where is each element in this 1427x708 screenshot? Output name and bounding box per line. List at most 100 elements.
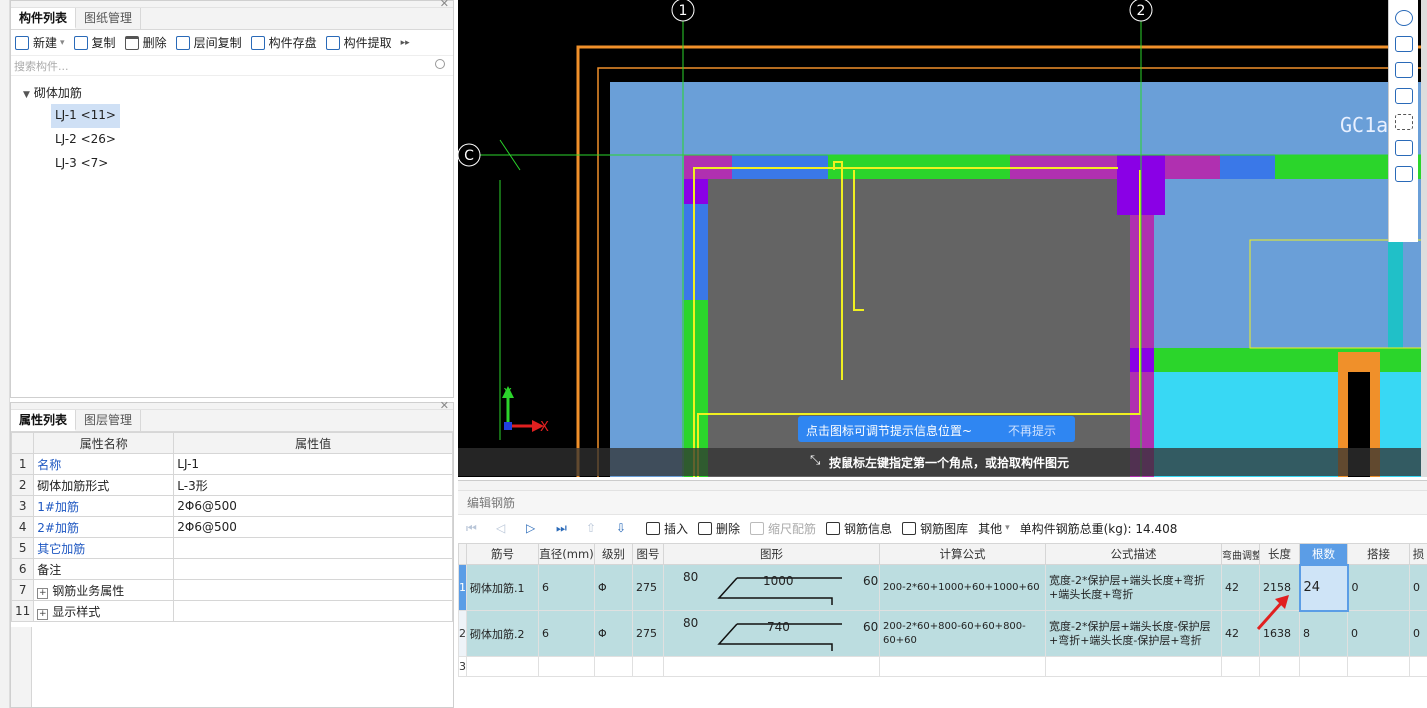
close-icon[interactable]: ✕ [440, 399, 449, 412]
col-header: 直径(mm) [538, 543, 595, 565]
property-value[interactable]: L-3形 [173, 474, 453, 496]
tree-item-lj1[interactable]: LJ-1 <11> [51, 104, 120, 128]
library-icon [902, 521, 917, 535]
rebar-editor: 编辑钢筋 ⏮ ◁ ▷ ⏭ ⇧ ⇩ 插入 删除 缩尺配筋 钢筋信息 钢筋图库 其他… [458, 480, 1427, 708]
total-weight: 单构件钢筋总重(kg): 14.408 [1019, 521, 1178, 536]
copy-button[interactable]: 复制 [73, 34, 116, 51]
insert-icon [646, 521, 660, 535]
rebar-info-button[interactable]: 钢筋信息 [826, 520, 892, 537]
row-header [458, 543, 467, 565]
table-row[interactable]: 11 + 显示样式 [10, 600, 453, 622]
component-view-icon[interactable] [1394, 140, 1413, 156]
col-header: 计算公式 [879, 543, 1046, 565]
expand-triangle-icon[interactable]: ▼ [23, 90, 30, 100]
first-record-icon[interactable]: ⏮ [466, 521, 477, 536]
move-down-icon[interactable]: ⇩ [616, 521, 626, 535]
fullscreen-icon[interactable] [1394, 114, 1413, 130]
rebar-library-button[interactable]: 钢筋图库 [902, 520, 968, 537]
col-header: 图形 [663, 543, 880, 565]
table-row[interactable]: 7 + 钢筋业务属性 [10, 579, 453, 601]
table-row[interactable]: 6 备注 [10, 558, 453, 580]
shape-cell[interactable]: 80 740 60 [663, 610, 880, 657]
prev-record-icon[interactable]: ◁ [496, 521, 506, 535]
drawing-svg: 1 2 C GC1a Y X [458, 0, 1427, 477]
globe-icon[interactable] [1394, 10, 1413, 26]
tab-property-list[interactable]: 属性列表 [11, 410, 77, 431]
vertical-scrollbar[interactable] [1421, 0, 1427, 477]
report-icon[interactable] [1394, 166, 1413, 182]
col-header-name: 属性名称 [33, 432, 175, 454]
editor-handle[interactable] [458, 481, 1427, 491]
dismiss-tip-link[interactable]: 不再提示 [1008, 422, 1056, 439]
property-table: 属性名称 属性值 1 名称 LJ-1 2 砌体加筋形式 L-3形 3 1#加筋 2Φ6@50… [10, 432, 453, 622]
new-button[interactable]: 新建 ▾ [15, 34, 65, 51]
move-up-icon[interactable]: ⇧ [586, 521, 596, 535]
row-header-filler [11, 627, 32, 707]
extract-component-button[interactable]: 构件提取 [325, 34, 392, 51]
copy-icon [73, 35, 88, 50]
property-value[interactable] [173, 558, 453, 580]
copy-between-floors-button[interactable]: 层间复制 [175, 34, 242, 51]
expand-plus-icon[interactable]: + [37, 587, 49, 599]
cube-view-icon[interactable] [1394, 88, 1413, 104]
row-header [10, 432, 35, 454]
element-label: GC1a [1340, 113, 1388, 137]
count-cell-selected[interactable]: 24 [1298, 563, 1349, 612]
shrink-icon[interactable]: ⤡ [810, 453, 820, 468]
property-value[interactable]: LJ-1 [173, 453, 453, 475]
tab-layer-management[interactable]: 图层管理 [76, 410, 142, 431]
property-value[interactable]: 2Φ6@500 [173, 495, 453, 517]
table-row[interactable]: 4 2#加筋 2Φ6@500 [10, 516, 453, 538]
scale-rebar-button[interactable]: 缩尺配筋 [750, 520, 816, 537]
table-row[interactable]: 2 砌体加筋形式 L-3形 [10, 474, 453, 496]
tree-item-lj3[interactable]: LJ-3 <7> [51, 152, 112, 176]
property-value[interactable]: 2Φ6@500 [173, 516, 453, 538]
last-record-icon[interactable]: ⏭ [556, 521, 567, 536]
property-value[interactable] [173, 537, 453, 559]
search-input[interactable]: 搜索构件... [11, 56, 453, 76]
left-gutter [0, 0, 10, 708]
table-row[interactable]: 5 其它加筋 [10, 537, 453, 559]
table-row[interactable]: 3 [458, 656, 1427, 677]
band [1154, 348, 1427, 372]
tab-drawing-management[interactable]: 图纸管理 [76, 8, 142, 29]
layer-copy-icon [175, 35, 190, 50]
band [1165, 155, 1220, 179]
table-row[interactable]: 3 1#加筋 2Φ6@500 [10, 495, 453, 517]
column-block [684, 179, 708, 204]
band [1130, 215, 1154, 477]
search-icon[interactable] [435, 59, 445, 69]
property-list-panel: ✕ 属性列表 图层管理 属性名称 属性值 1 名称 LJ-1 2 砌体加筋形式 L-3形… [10, 399, 454, 708]
axis-label-1: 1 [679, 3, 688, 19]
tab-component-list[interactable]: 构件列表 [11, 8, 77, 29]
delete-button[interactable]: 删除 [124, 34, 167, 51]
box-view-icon[interactable] [1394, 62, 1413, 78]
trash-icon [698, 521, 713, 535]
save-icon [250, 35, 265, 50]
tree-item-lj2[interactable]: LJ-2 <26> [51, 128, 120, 152]
3d-view-icon[interactable] [1394, 36, 1413, 52]
panel-topbar: ✕ [11, 399, 453, 412]
panel-topbar: ✕ [11, 0, 453, 10]
trash-icon [124, 35, 139, 50]
close-icon[interactable]: ✕ [440, 0, 449, 10]
shape-cell[interactable]: 80 1000 60 [663, 564, 880, 611]
next-record-icon[interactable]: ▷ [526, 521, 536, 535]
cyan-strip [1388, 240, 1403, 348]
tree-root[interactable]: ▼ 砌体加筋 [11, 82, 453, 104]
save-component-button[interactable]: 构件存盘 [250, 34, 317, 51]
insert-button[interactable]: 插入 [646, 520, 688, 537]
tip-text: 点击图标可调节提示信息位置~ [806, 424, 973, 438]
band [1220, 155, 1275, 179]
tip-bubble[interactable]: 点击图标可调节提示信息位置~ 不再提示 [798, 416, 1075, 442]
scale-icon [750, 521, 765, 535]
expand-plus-icon[interactable]: + [37, 608, 49, 620]
table-row[interactable]: 1 名称 LJ-1 [10, 453, 453, 475]
ucs-y-label: Y [503, 386, 512, 400]
cad-canvas[interactable]: 1 2 C GC1a Y X [458, 0, 1427, 477]
delete-button[interactable]: 删除 [698, 520, 740, 537]
col-header: 搭接 [1347, 543, 1410, 565]
more-icon[interactable]: ▸▸ [401, 38, 410, 48]
other-menu[interactable]: 其他 ▾ [978, 520, 1010, 537]
col-header: 筋号 [466, 543, 539, 565]
